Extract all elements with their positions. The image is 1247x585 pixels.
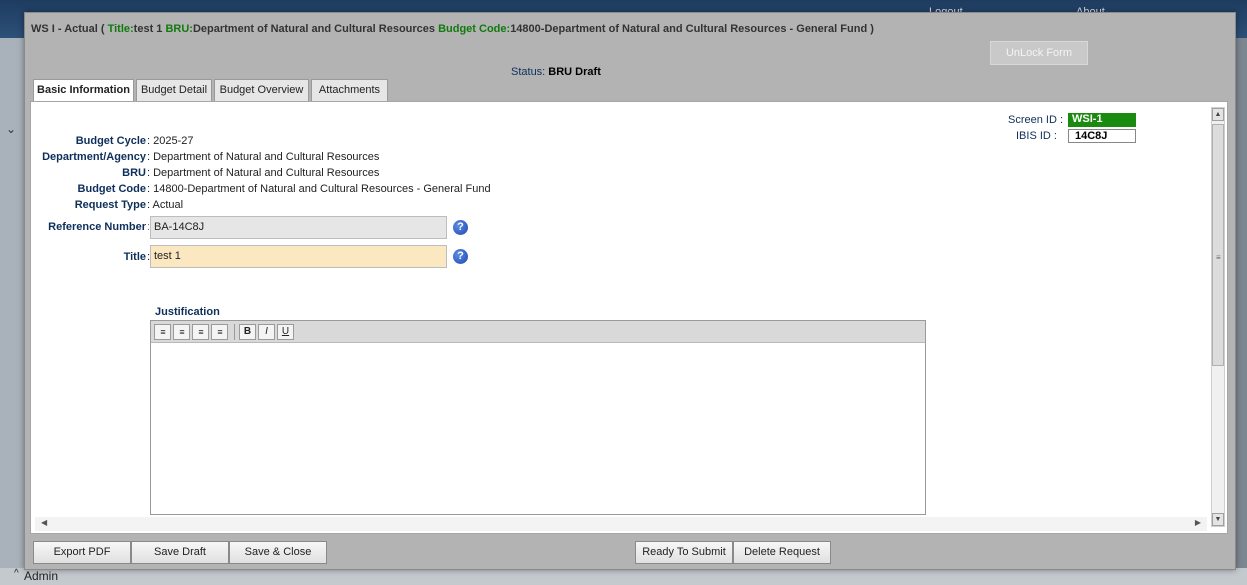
scroll-thumb[interactable]: ≡ bbox=[1212, 124, 1224, 366]
screen-id-label: Screen ID : bbox=[1008, 114, 1064, 126]
title-input[interactable]: test 1 bbox=[150, 245, 447, 268]
italic-button[interactable]: I bbox=[258, 324, 275, 340]
dialog-footer: Export PDF Save Draft Save & Close Ready… bbox=[25, 535, 1235, 569]
justification-textarea[interactable] bbox=[151, 344, 925, 514]
bold-button[interactable]: B bbox=[239, 324, 256, 340]
tab-budget-detail[interactable]: Budget Detail bbox=[136, 79, 212, 101]
save-close-button[interactable]: Save & Close bbox=[229, 541, 327, 564]
budget-code-value: : 14800-Department of Natural and Cultur… bbox=[147, 183, 491, 195]
status-value: BRU Draft bbox=[548, 66, 601, 78]
align-right-icon[interactable]: ≡ bbox=[192, 324, 209, 340]
request-type-value: : Actual bbox=[147, 199, 184, 211]
title-prefix: WS I - Actual ( bbox=[31, 23, 108, 35]
horizontal-scrollbar[interactable]: ◀ ▶ bbox=[35, 517, 1207, 531]
title-row: Title bbox=[31, 251, 146, 265]
align-center-icon[interactable]: ≡ bbox=[173, 324, 190, 340]
screen-id-value: WSI-1 bbox=[1068, 113, 1136, 127]
budget-cycle-value: : 2025-27 bbox=[147, 135, 194, 147]
delete-request-button[interactable]: Delete Request bbox=[733, 541, 831, 564]
tab-attachments[interactable]: Attachments bbox=[311, 79, 388, 101]
tab-basic-information[interactable]: Basic Information bbox=[33, 79, 134, 102]
export-pdf-button[interactable]: Export PDF bbox=[33, 541, 131, 564]
screen-id: Screen ID : WSI-1 bbox=[1008, 113, 1136, 127]
ready-to-submit-button[interactable]: Ready To Submit bbox=[635, 541, 733, 564]
bru-label: BRU bbox=[122, 167, 146, 179]
unlock-form-button[interactable]: UnLock Form bbox=[990, 41, 1088, 65]
ibis-id: IBIS ID : 14C8J bbox=[1016, 129, 1136, 143]
title-value: test 1 bbox=[133, 23, 166, 35]
scroll-up-icon[interactable]: ▲ bbox=[1212, 108, 1224, 121]
editor-toolbar: ≡ ≡ ≡ ≡ B I U bbox=[151, 321, 925, 343]
save-draft-button[interactable]: Save Draft bbox=[131, 541, 229, 564]
budget-code-label: Budget Code: bbox=[438, 23, 511, 35]
reference-number-label: Reference Number bbox=[48, 221, 146, 233]
budget-code-label: Budget Code bbox=[77, 183, 146, 195]
ibis-id-value: 14C8J bbox=[1068, 129, 1136, 143]
department-value: : Department of Natural and Cultural Res… bbox=[147, 151, 380, 163]
title-help-icon[interactable]: ? bbox=[453, 249, 468, 264]
scroll-right-icon[interactable]: ▶ bbox=[1195, 518, 1201, 527]
status-text: Status: BRU Draft bbox=[511, 66, 601, 78]
underline-button[interactable]: U bbox=[277, 324, 294, 340]
background-footer: ^ Admin bbox=[0, 568, 1247, 585]
basic-information-panel: Screen ID : WSI-1 IBIS ID : 14C8J Budget… bbox=[30, 101, 1228, 534]
department-row: Department/Agency bbox=[31, 151, 146, 165]
align-left-icon[interactable]: ≡ bbox=[154, 324, 171, 340]
request-dialog: WS I - Actual ( Title:test 1 BRU:Departm… bbox=[24, 12, 1236, 570]
request-type-row: Request Type bbox=[31, 199, 146, 213]
bru-row: BRU bbox=[31, 167, 146, 181]
tab-budget-overview[interactable]: Budget Overview bbox=[214, 79, 309, 101]
budget-code-value: 14800-Department of Natural and Cultural… bbox=[510, 23, 874, 35]
admin-user-label[interactable]: Admin bbox=[24, 569, 58, 583]
reference-number-help-icon[interactable]: ? bbox=[453, 220, 468, 235]
scroll-left-icon[interactable]: ◀ bbox=[41, 518, 47, 527]
justification-editor: ≡ ≡ ≡ ≡ B I U bbox=[150, 320, 926, 515]
bru-value: : Department of Natural and Cultural Res… bbox=[147, 167, 380, 179]
dialog-title: WS I - Actual ( Title:test 1 BRU:Departm… bbox=[31, 23, 874, 35]
ibis-id-label: IBIS ID : bbox=[1016, 130, 1057, 142]
toolbar-separator bbox=[234, 324, 235, 340]
budget-cycle-row: Budget Cycle bbox=[31, 135, 146, 149]
budget-code-row: Budget Code bbox=[31, 183, 146, 197]
chevron-down-icon[interactable]: ⌄ bbox=[6, 122, 16, 136]
grip-icon: ≡ bbox=[1216, 253, 1221, 262]
bru-label: BRU: bbox=[165, 23, 193, 35]
background-sidebar: ⌄ bbox=[0, 38, 24, 585]
bru-value: Department of Natural and Cultural Resou… bbox=[192, 23, 439, 35]
request-type-label: Request Type bbox=[74, 199, 146, 211]
align-justify-icon[interactable]: ≡ bbox=[211, 324, 228, 340]
reference-number-field: BA-14C8J bbox=[150, 216, 447, 239]
department-label: Department/Agency bbox=[42, 151, 146, 163]
status-label: Status: bbox=[511, 66, 549, 78]
title-label: Title bbox=[123, 251, 146, 263]
justification-label: Justification bbox=[155, 306, 220, 318]
caret-up-icon: ^ bbox=[14, 568, 19, 579]
title-label: Title: bbox=[107, 23, 134, 35]
budget-cycle-label: Budget Cycle bbox=[75, 135, 146, 147]
vertical-scrollbar[interactable]: ▲ ≡ ▼ bbox=[1211, 107, 1225, 527]
scroll-down-icon[interactable]: ▼ bbox=[1212, 513, 1224, 526]
reference-number-row: Reference Number bbox=[31, 221, 146, 235]
